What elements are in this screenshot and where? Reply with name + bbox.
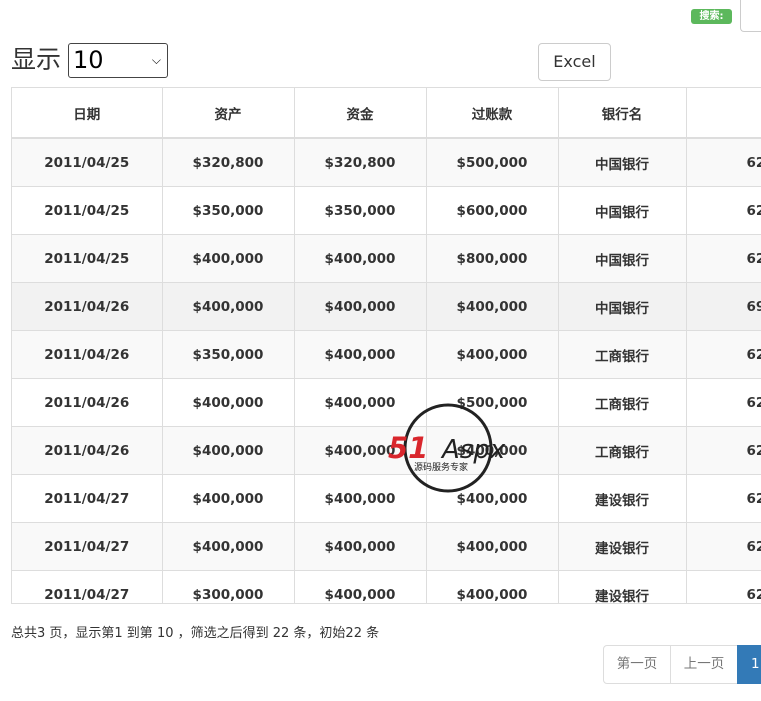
date-cell: 2011/04/26 — [12, 282, 163, 331]
clipped-cell: 62 — [686, 522, 761, 571]
table-row[interactable]: 2011/04/26$400,000$400,000$400,000中国银行69 — [12, 282, 761, 331]
posted-cell: $400,000 — [426, 570, 559, 603]
posted-cell: $500,000 — [426, 137, 559, 187]
excel-export-button[interactable]: Excel — [538, 43, 611, 81]
page-length-value: 10 — [73, 46, 104, 74]
date-cell: 2011/04/27 — [12, 474, 163, 523]
bank-cell: 中国银行 — [558, 282, 687, 331]
chevron-down-icon: ⌵ — [151, 53, 161, 67]
funds-cell: $320,800 — [294, 137, 427, 187]
page-1-button[interactable]: 1 — [737, 645, 761, 684]
assets-cell: $400,000 — [162, 522, 295, 571]
funds-cell: $350,000 — [294, 186, 427, 235]
table-row[interactable]: 2011/04/25$350,000$350,000$600,000中国银行62 — [12, 186, 761, 235]
column-header-bank[interactable]: 银行名 — [558, 88, 687, 139]
posted-cell: $800,000 — [426, 234, 559, 283]
funds-cell: $400,000 — [294, 234, 427, 283]
date-cell: 2011/04/26 — [12, 330, 163, 379]
date-cell: 2011/04/25 — [12, 137, 163, 187]
clipped-cell: 62 — [686, 330, 761, 379]
prev-page-button[interactable]: 上一页 — [670, 645, 738, 684]
bank-cell: 建设银行 — [558, 522, 687, 571]
clipped-cell: 62 — [686, 186, 761, 235]
date-cell: 2011/04/26 — [12, 378, 163, 427]
funds-cell: $400,000 — [294, 330, 427, 379]
date-cell: 2011/04/25 — [12, 186, 163, 235]
bank-cell: 建设银行 — [558, 570, 687, 603]
date-cell: 2011/04/26 — [12, 426, 163, 475]
data-table-container: 日期 资产 资金 过账款 银行名 2011/04/25 $320,800 $320,… — [11, 87, 761, 604]
clipped-cell: 62 — [686, 474, 761, 523]
table-row[interactable]: 2011/04/27$300,000$400,000$400,000建设银行62 — [12, 570, 761, 603]
posted-cell: $600,000 — [426, 186, 559, 235]
pagination: 第一页 上一页 1 — [603, 645, 761, 684]
search-input[interactable] — [740, 0, 761, 32]
assets-cell: $350,000 — [162, 330, 295, 379]
table-info: 总共3 页，显示第1 到第 10 ，筛选之后得到 22 条，初始22 条 — [11, 626, 380, 641]
assets-cell: $400,000 — [162, 426, 295, 475]
assets-cell: $400,000 — [162, 234, 295, 283]
posted-cell: $400,000 — [426, 282, 559, 331]
assets-cell: $400,000 — [162, 474, 295, 523]
assets-cell: $300,000 — [162, 570, 295, 603]
column-header-date[interactable]: 日期 — [12, 88, 163, 139]
clipped-cell: 62 — [686, 234, 761, 283]
date-cell: 2011/04/25 — [12, 234, 163, 283]
clipped-cell: 62 — [686, 570, 761, 603]
column-header-clipped[interactable] — [686, 88, 761, 139]
table-row[interactable]: 2011/04/25$320,800$320,800$500,000中国银行62 — [12, 137, 761, 187]
search-label: 搜索: — [691, 9, 732, 24]
table-row[interactable]: 2011/04/25$400,000$400,000$800,000中国银行62 — [12, 234, 761, 283]
funds-cell: $400,000 — [294, 282, 427, 331]
funds-cell: $400,000 — [294, 522, 427, 571]
page-length-label: 显示 — [11, 45, 62, 74]
clipped-cell: 62 — [686, 378, 761, 427]
bank-cell: 中国银行 — [558, 137, 687, 187]
date-cell: 2011/04/27 — [12, 570, 163, 603]
bank-cell: 工商银行 — [558, 330, 687, 379]
clipped-cell: 62 — [686, 137, 761, 187]
watermark-tagline: 源码服务专家 — [414, 461, 468, 473]
bank-cell: 建设银行 — [558, 474, 687, 523]
posted-cell: $400,000 — [426, 522, 559, 571]
first-page-button[interactable]: 第一页 — [603, 645, 671, 684]
table-row[interactable]: 2011/04/26$350,000$400,000$400,000工商银行62 — [12, 330, 761, 379]
watermark-logo: 51 Aspx 源码服务专家 — [388, 403, 506, 493]
page-length-select[interactable]: 10 ⌵ — [68, 43, 168, 78]
assets-cell: $320,800 — [162, 137, 295, 187]
clipped-cell: 69 — [686, 282, 761, 331]
data-table: 日期 资产 资金 过账款 银行名 2011/04/25 $320,800 $320,… — [12, 88, 761, 603]
bank-cell: 工商银行 — [558, 378, 687, 427]
assets-cell: $400,000 — [162, 378, 295, 427]
funds-cell: $400,000 — [294, 570, 427, 603]
bank-cell: 中国银行 — [558, 234, 687, 283]
date-cell: 2011/04/27 — [12, 522, 163, 571]
bank-cell: 工商银行 — [558, 426, 687, 475]
column-header-assets[interactable]: 资产 — [162, 88, 295, 139]
watermark-brand-left: 51 — [388, 431, 428, 465]
table-header-row: 日期 资产 资金 过账款 银行名 — [12, 88, 761, 139]
bank-cell: 中国银行 — [558, 186, 687, 235]
table-row[interactable]: 2011/04/27$400,000$400,000$400,000建设银行62 — [12, 522, 761, 571]
assets-cell: $400,000 — [162, 282, 295, 331]
clipped-cell: 62 — [686, 426, 761, 475]
assets-cell: $350,000 — [162, 186, 295, 235]
posted-cell: $400,000 — [426, 330, 559, 379]
watermark-brand-right: Aspx — [440, 435, 506, 465]
column-header-funds[interactable]: 资金 — [294, 88, 427, 139]
column-header-posted[interactable]: 过账款 — [426, 88, 559, 139]
